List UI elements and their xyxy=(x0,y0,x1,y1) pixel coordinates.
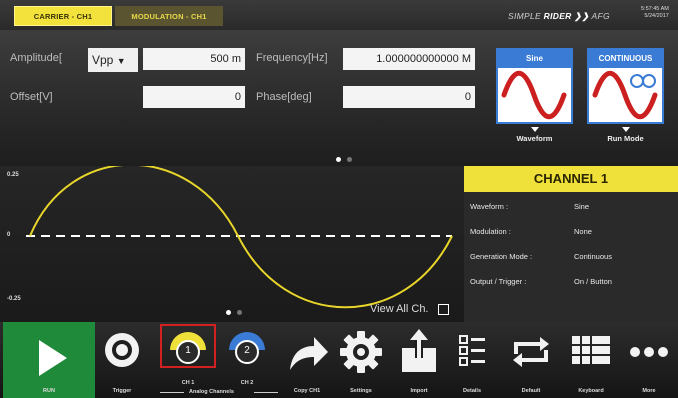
page-dot[interactable] xyxy=(347,157,352,162)
graph-page-dot[interactable] xyxy=(237,310,242,315)
ch2-button[interactable]: 2 CH 2 xyxy=(222,322,272,398)
settings-button[interactable]: Settings xyxy=(338,322,384,398)
import-label: Import xyxy=(410,388,428,394)
settings-label: Settings xyxy=(350,388,372,394)
waveform-header: Sine xyxy=(498,50,571,68)
analog-channels-label: Analog Channels xyxy=(189,389,234,395)
amplitude-unit-select[interactable]: Vpp ▼ xyxy=(88,48,138,72)
trigger-icon xyxy=(105,333,139,367)
group-line-right xyxy=(254,392,278,393)
info-label-modulation: Modulation : xyxy=(470,227,511,236)
parameters-panel: Amplitude[ Vpp ▼ 500 m Frequency[Hz] 1.0… xyxy=(0,30,678,166)
info-label-waveform: Waveform : xyxy=(470,202,509,211)
keyboard-grid-icon xyxy=(572,336,610,364)
caret-down-icon xyxy=(530,127,539,132)
caret-down-icon xyxy=(621,127,630,132)
tab-modulation-ch1[interactable]: MODULATION - CH1 xyxy=(115,6,223,26)
channel-2-icon xyxy=(229,332,265,364)
copy-ch1-button[interactable]: Copy CH1 xyxy=(282,322,332,398)
share-arrow-icon xyxy=(290,337,328,370)
trigger-label: Trigger xyxy=(112,388,132,394)
info-label-output-trigger: Output / Trigger : xyxy=(470,277,527,286)
brand-prefix: SIMPLE xyxy=(508,11,541,21)
amplitude-unit-value: Vpp xyxy=(92,53,114,67)
import-icon xyxy=(402,329,436,372)
phase-label: Phase[deg] xyxy=(256,91,312,103)
clock-time: 5:57:45 AM xyxy=(641,6,669,12)
run-mode-caption-text: Run Mode xyxy=(607,134,644,143)
ch1-button[interactable]: 1 CH 1 xyxy=(160,322,216,398)
copy-ch1-label: Copy CH1 xyxy=(293,388,321,394)
ch2-number: 2 xyxy=(244,345,250,356)
group-line-left xyxy=(160,392,184,393)
run-button[interactable]: RUN xyxy=(3,322,95,398)
brand-logo: SIMPLE RIDER ❯❯ AFG xyxy=(508,11,610,22)
offset-input[interactable]: 0 xyxy=(143,86,245,108)
brand-name: RIDER xyxy=(543,11,572,21)
play-icon xyxy=(39,340,67,376)
frequency-label: Frequency[Hz] xyxy=(256,52,328,64)
bottom-toolbar: RUN Trigger 1 CH 1 2 CH 2 Analog Channel… xyxy=(0,322,678,398)
offset-label: Offset[V] xyxy=(10,91,53,103)
ch1-label: CH 1 xyxy=(181,380,195,386)
sine-wave-icon xyxy=(501,71,567,119)
tab-carrier-ch1[interactable]: CARRIER - CH1 xyxy=(14,6,112,26)
brand-chevrons-icon: ❯❯ xyxy=(574,11,590,21)
details-label: Details xyxy=(462,388,482,394)
info-value-output-trigger: On / Button xyxy=(574,277,612,286)
ch1-number: 1 xyxy=(185,345,191,356)
details-button[interactable]: Details xyxy=(452,322,492,398)
run-mode-selector[interactable]: CONTINUOUS xyxy=(587,48,664,124)
frequency-input[interactable]: 1.000000000000 M xyxy=(343,48,475,70)
gear-icon xyxy=(340,331,382,373)
graph-page-dot-active[interactable] xyxy=(226,310,231,315)
default-cycle-icon xyxy=(513,337,549,367)
waveform-graph: 0.25 0 -0.25 View All Ch. xyxy=(0,166,464,322)
waveform-selector[interactable]: Sine xyxy=(496,48,573,124)
default-button[interactable]: Default xyxy=(506,322,556,398)
info-value-waveform: Sine xyxy=(574,202,590,211)
clock: 5:57:45 AM 5/24/2017 xyxy=(641,6,669,20)
amplitude-label: Amplitude[ xyxy=(10,52,62,64)
channel-title: CHANNEL 1 xyxy=(464,166,678,192)
dropdown-triangle-icon: ▼ xyxy=(116,56,126,66)
waveform-caption-text: Waveform xyxy=(516,134,553,143)
run-label: RUN xyxy=(43,388,55,394)
default-label: Default xyxy=(521,388,541,394)
clock-date: 5/24/2017 xyxy=(644,13,669,19)
more-button[interactable]: More xyxy=(624,322,674,398)
view-all-checkbox[interactable] xyxy=(438,304,449,315)
keyboard-label: Keyboard xyxy=(578,388,604,394)
waveform-caption: Waveform xyxy=(496,127,573,143)
channel-1-icon xyxy=(170,332,206,364)
page-dot-active[interactable] xyxy=(336,157,341,162)
phase-input[interactable]: 0 xyxy=(343,86,475,108)
trigger-button[interactable]: Trigger xyxy=(100,322,144,398)
more-label: More xyxy=(642,388,656,394)
info-value-modulation: None xyxy=(574,227,592,236)
info-value-generation-mode: Continuous xyxy=(574,252,612,261)
details-list-icon xyxy=(459,335,485,366)
brand-suffix: AFG xyxy=(591,11,610,21)
waveform-plot xyxy=(26,166,453,309)
view-all-label: View All Ch. xyxy=(370,303,429,315)
continuous-wave-icon xyxy=(592,71,658,119)
ch2-label: CH 2 xyxy=(240,380,254,386)
amplitude-input[interactable]: 500 m xyxy=(143,48,245,70)
run-mode-caption: Run Mode xyxy=(587,127,664,143)
more-dots-icon xyxy=(630,347,668,357)
run-mode-header: CONTINUOUS xyxy=(589,50,662,68)
channel-info-panel: CHANNEL 1 Waveform : Sine Modulation : N… xyxy=(464,166,678,322)
import-button[interactable]: Import xyxy=(396,322,442,398)
keyboard-button[interactable]: Keyboard xyxy=(566,322,616,398)
info-label-generation-mode: Generation Mode : xyxy=(470,252,533,261)
top-tab-bar: CARRIER - CH1 MODULATION - CH1 SIMPLE RI… xyxy=(0,0,678,30)
